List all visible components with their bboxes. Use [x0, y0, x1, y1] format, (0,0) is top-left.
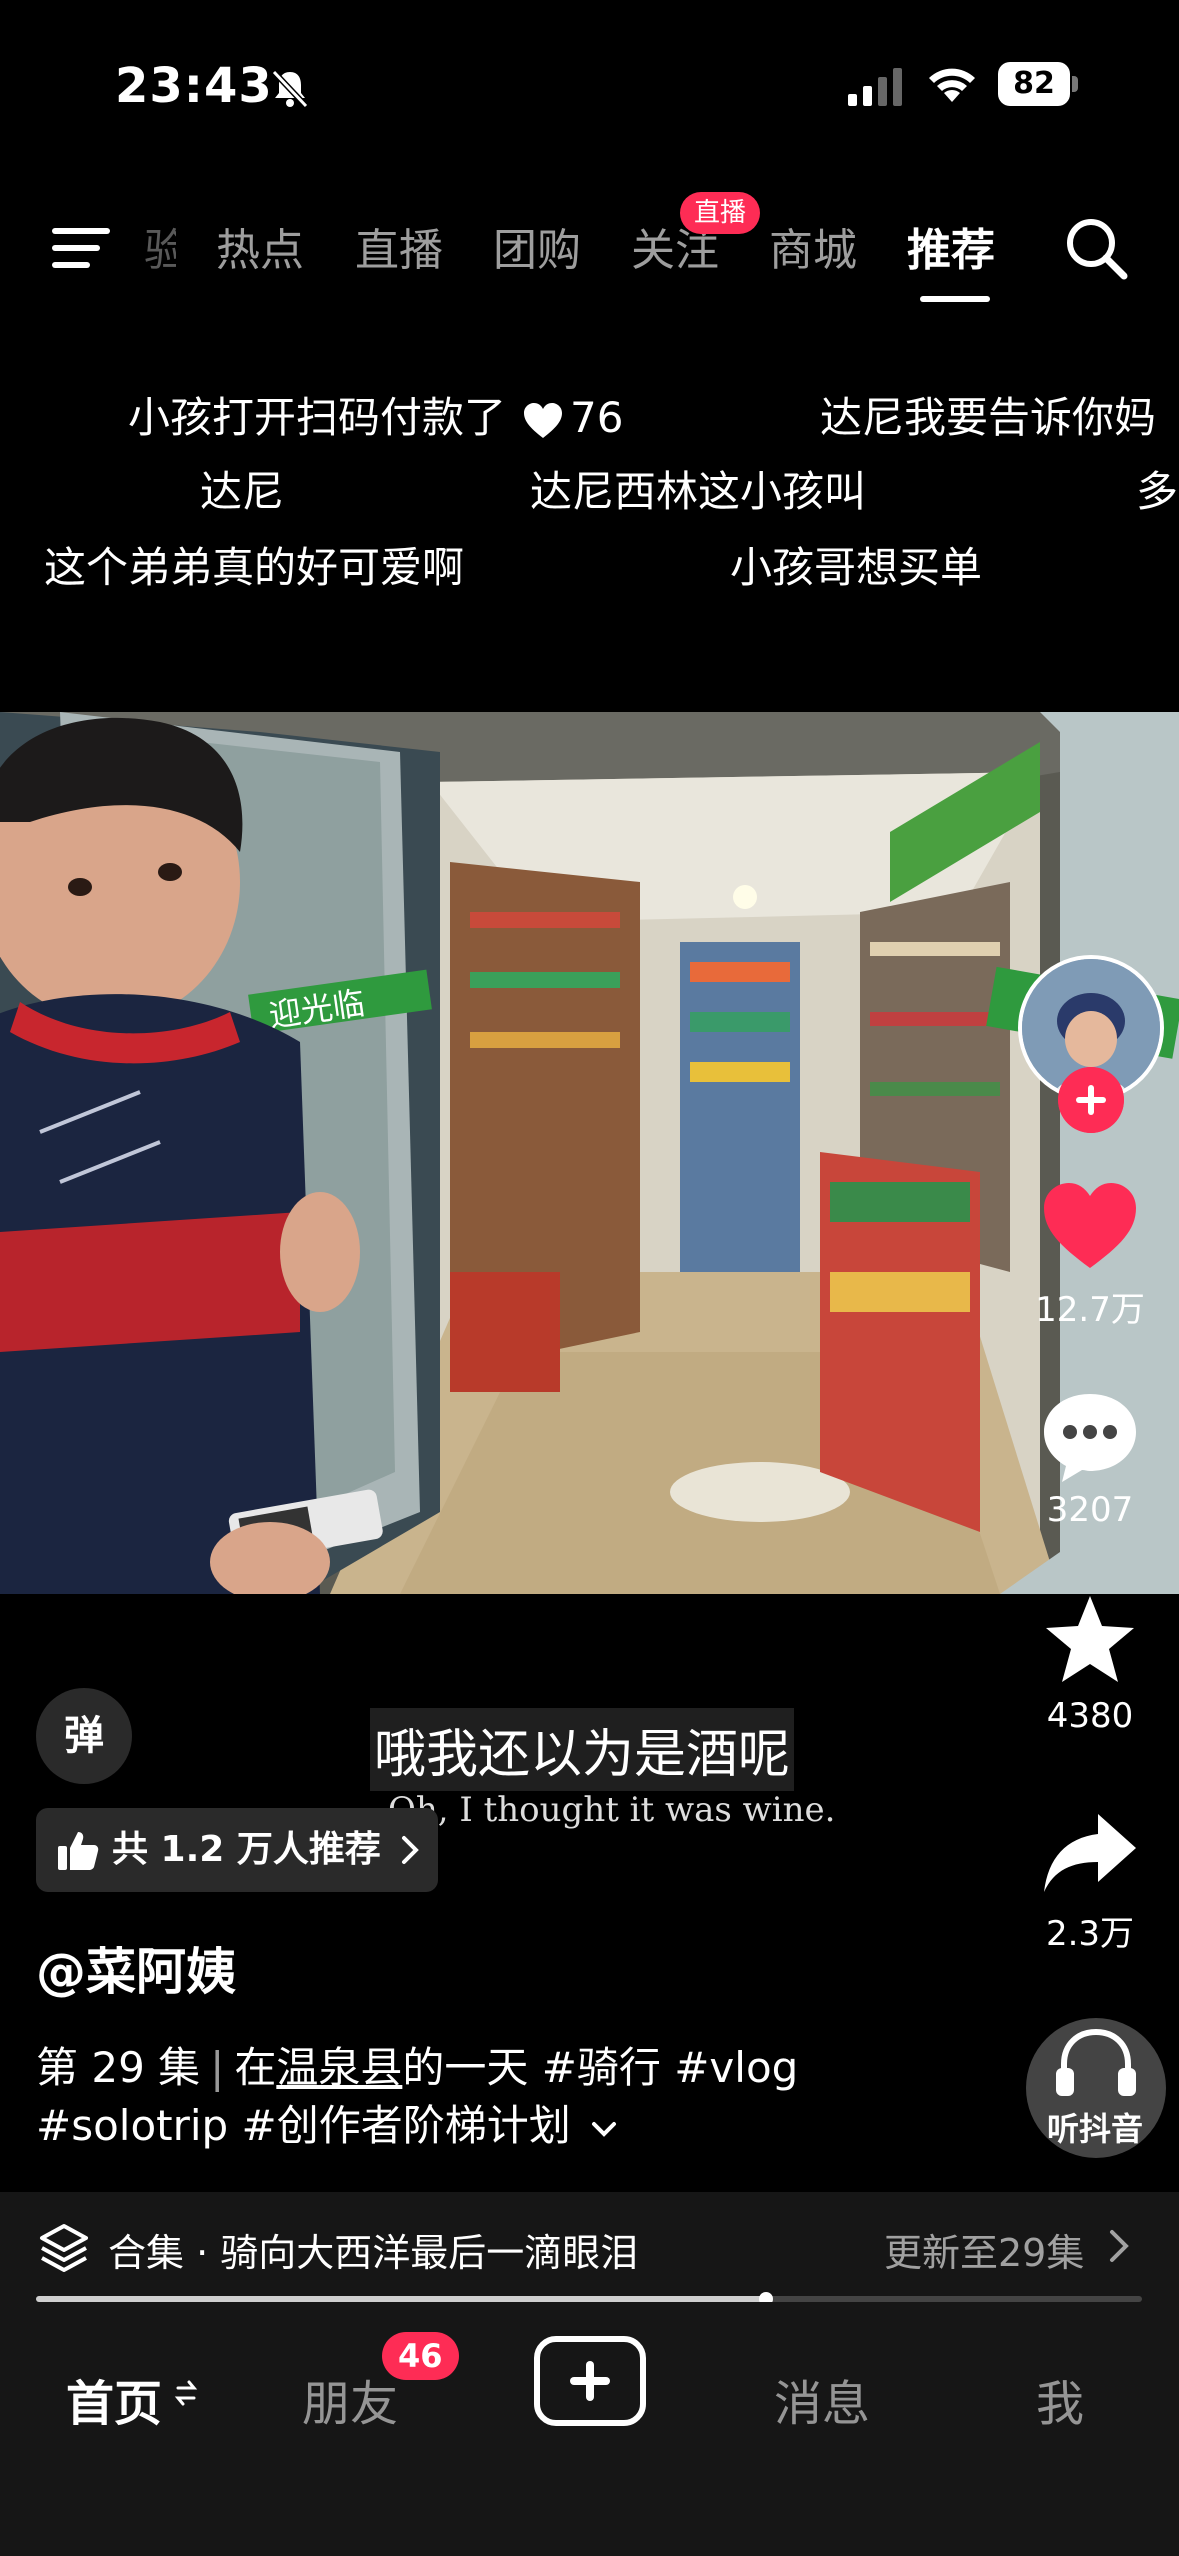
danmaku-text: 小孩打开扫码付款了 [128, 393, 507, 442]
video-description-line2[interactable]: #solotrip #创作者阶梯计划 [36, 2092, 618, 2153]
bell-muted-icon [271, 69, 309, 109]
status-time: 23:43 [115, 58, 273, 114]
share-count: 2.3万 [1045, 1914, 1135, 1954]
friends-badge: 46 [382, 2332, 459, 2380]
tab-recommend[interactable]: 推荐 [907, 214, 995, 278]
star-icon [1046, 1596, 1134, 1682]
nav-me[interactable]: 我 [1036, 2364, 1084, 2434]
danmaku-item: 这个弟弟真的好可爱啊 [44, 543, 465, 592]
create-button[interactable] [534, 2336, 646, 2426]
active-tab-underline [920, 296, 990, 302]
tab-mall[interactable]: 商城 [769, 214, 857, 278]
like-action[interactable]: 12.7万 [1010, 1180, 1170, 1331]
menu-icon[interactable] [50, 220, 114, 276]
danmaku-item: 小孩打开扫码付款了 76 [128, 384, 623, 445]
episode-label: 第 29 集 [36, 2043, 201, 2092]
nav-messages[interactable]: 消息 [774, 2364, 870, 2434]
video-scene: 迎光临 [0, 712, 1179, 1594]
nav-friends[interactable]: 朋友 [302, 2364, 398, 2434]
recommend-text: 共 1.2 万人推荐 [112, 1829, 381, 1870]
separator: | [210, 2043, 225, 2092]
signal-icon [848, 68, 902, 106]
tab-live[interactable]: 直播 [355, 214, 443, 278]
video-description-line1: 第 29 集 | 在温泉县的一天 #骑行 #vlog [36, 2034, 798, 2095]
plus-icon [570, 2361, 610, 2401]
barrage-toggle-button[interactable]: 弹 [36, 1688, 132, 1784]
comment-action[interactable]: 3207 [1010, 1388, 1170, 1530]
recommend-pill[interactable]: 共 1.2 万人推荐 [36, 1808, 438, 1892]
subtitle-english: Oh, I thought it was wine. [388, 1790, 836, 1830]
headphones-icon [1056, 2028, 1136, 2096]
comment-icon [1044, 1394, 1136, 1482]
danmaku-item: 多 [1136, 467, 1179, 516]
thumbs-up-icon [58, 1832, 99, 1870]
expand-chevron-icon[interactable] [590, 2119, 618, 2139]
comment-count: 3207 [1046, 1490, 1134, 1530]
collection-title: 合集 · 骑向大西洋最后一滴眼泪 [108, 2231, 639, 2275]
live-badge: 直播 [680, 192, 761, 234]
like-count: 12.7万 [1035, 1290, 1145, 1330]
nav-home[interactable]: 首页 [66, 2364, 162, 2434]
hashtags[interactable]: #solotrip #创作者阶梯计划 [36, 2101, 571, 2150]
heart-icon [524, 402, 563, 438]
subtitle-chinese: 哦我还以为是酒呢 [370, 1708, 795, 1791]
danmaku-item: 达尼我要告诉你妈 [820, 393, 1157, 442]
desc-rest[interactable]: 的一天 #骑行 #vlog [402, 2043, 798, 2092]
status-bar: 23:43 82 [0, 0, 1179, 170]
video-frame[interactable]: 迎光临 [0, 712, 1179, 1594]
follow-button[interactable] [1058, 1067, 1124, 1133]
battery-cap [1072, 76, 1078, 92]
wifi-icon [929, 68, 975, 102]
chevron-right-icon [1110, 2230, 1129, 2262]
layers-icon [40, 2224, 88, 2272]
desc-prefix: 在 [234, 2043, 277, 2092]
share-icon [1044, 1814, 1136, 1892]
danmaku-item: 小孩哥想买单 [730, 543, 983, 592]
location-link[interactable]: 温泉县 [276, 2043, 402, 2092]
share-action[interactable]: 2.3万 [1010, 1808, 1170, 1955]
search-icon[interactable] [1060, 212, 1132, 284]
heart-icon [1044, 1183, 1136, 1268]
collection-bar[interactable]: 合集 · 骑向大西洋最后一滴眼泪 更新至29集 [0, 2192, 1179, 2302]
switch-arrows-icon[interactable] [174, 2376, 198, 2410]
listen-douyin-label: 听抖音 [1046, 2110, 1143, 2148]
danmaku-likes: 76 [570, 393, 624, 442]
tab-partial[interactable]: 验 [144, 214, 176, 278]
battery-indicator: 82 [998, 62, 1078, 106]
tab-group-buy[interactable]: 团购 [493, 214, 581, 278]
author-name[interactable]: @菜阿姨 [36, 1932, 236, 2004]
battery-level: 82 [998, 62, 1070, 106]
danmaku-item: 达尼西林这小孩叫 [530, 467, 867, 516]
collection-update: 更新至29集 [884, 2231, 1085, 2275]
favorite-count: 4380 [1046, 1696, 1134, 1736]
tab-hot[interactable]: 热点 [216, 214, 304, 278]
chevron-right-icon [402, 1836, 419, 1864]
top-nav: 验 热点 直播 团购 关注 直播 商城 推荐 [0, 190, 1179, 310]
favorite-action[interactable]: 4380 [1010, 1592, 1170, 1736]
danmaku-item: 达尼 [200, 467, 285, 516]
bottom-nav: 首页 朋友 46 消息 我 [0, 2302, 1179, 2556]
